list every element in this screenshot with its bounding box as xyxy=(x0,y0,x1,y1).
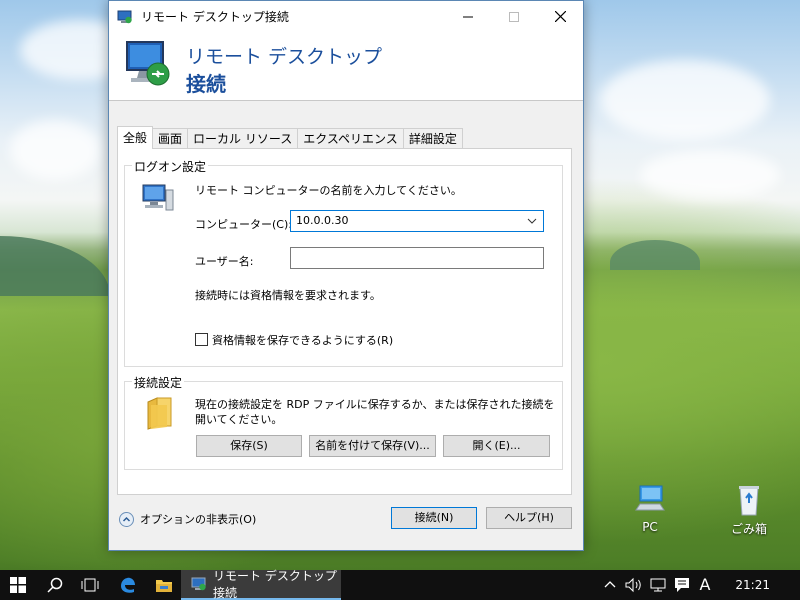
windows-icon xyxy=(10,577,26,593)
tab-experience[interactable]: エクスペリエンス xyxy=(297,128,404,149)
computer-icon xyxy=(630,484,670,516)
volume-icon[interactable] xyxy=(624,577,644,593)
minimize-button[interactable] xyxy=(445,1,491,32)
username-label: ユーザー名: xyxy=(195,255,254,268)
logon-settings-group: ログオン設定 リモート コンピューターの名前を入力してください。 コンピューター… xyxy=(124,158,563,367)
banner-title-line1: リモート デスクトップ xyxy=(186,46,383,68)
desktop-icon-recycle-bin[interactable]: ごみ箱 xyxy=(719,484,779,537)
close-button[interactable] xyxy=(537,1,583,32)
connect-button[interactable]: 接続(N) xyxy=(391,507,477,529)
logon-prompt: リモート コンピューターの名前を入力してください。 xyxy=(195,184,462,197)
banner-title-line2: 接続 xyxy=(186,72,226,96)
network-icon[interactable] xyxy=(648,577,668,593)
credentials-info: 接続時には資格情報を要求されます。 xyxy=(195,289,381,302)
rdp-app-icon xyxy=(117,9,133,25)
task-view-icon xyxy=(81,578,99,592)
banner: リモート デスクトップ 接続 xyxy=(109,32,583,101)
folder-icon xyxy=(156,580,172,592)
chevron-up-icon[interactable] xyxy=(603,577,617,593)
username-input[interactable] xyxy=(290,247,544,269)
maximize-button[interactable] xyxy=(491,1,537,32)
computer-combobox[interactable]: 10.0.0.30 xyxy=(290,210,544,232)
task-view-button[interactable] xyxy=(73,570,107,600)
computer-user-icon xyxy=(141,184,175,214)
search-icon xyxy=(47,577,63,593)
taskbar-rdp-item[interactable]: リモート デスクトップ接続 xyxy=(181,569,341,600)
logon-settings-legend: ログオン設定 xyxy=(132,158,209,175)
action-center-icon[interactable] xyxy=(672,577,692,593)
hide-options-toggle[interactable]: オプションの非表示(O) xyxy=(119,511,256,527)
taskbar: リモート デスクトップ接続 A 21:21 xyxy=(0,569,800,600)
ime-indicator[interactable]: A xyxy=(696,575,714,594)
edge-button[interactable] xyxy=(111,570,145,600)
recycle-bin-icon xyxy=(729,484,769,516)
connection-settings-legend: 接続設定 xyxy=(132,374,185,391)
tab-advanced[interactable]: 詳細設定 xyxy=(402,128,463,149)
search-button[interactable] xyxy=(38,570,72,600)
save-as-button[interactable]: 名前を付けて保存(V)... xyxy=(309,435,436,457)
edge-icon xyxy=(121,577,135,593)
save-credentials-checkbox[interactable] xyxy=(195,333,208,346)
computer-value: 10.0.0.30 xyxy=(296,214,349,227)
start-button[interactable] xyxy=(0,570,36,600)
open-button[interactable]: 開く(E)... xyxy=(443,435,550,457)
connection-desc-line2: 開いてください。 xyxy=(195,413,283,426)
tab-strip: 全般 画面 ローカル リソース エクスペリエンス 詳細設定 xyxy=(117,126,463,149)
clock[interactable]: 21:21 xyxy=(735,570,770,600)
desktop-icon-pc[interactable]: PC xyxy=(620,484,680,534)
tab-display[interactable]: 画面 xyxy=(152,128,189,149)
desktop-icon-label: ごみ箱 xyxy=(730,522,767,536)
folder-icon xyxy=(145,396,175,430)
save-credentials-label[interactable]: 資格情報を保存できるようにする(R) xyxy=(212,332,393,348)
chevron-up-icon xyxy=(119,511,134,527)
computer-label: コンピューター(C): xyxy=(195,218,292,231)
chevron-down-icon[interactable] xyxy=(525,213,539,229)
connection-desc-line1: 現在の接続設定を RDP ファイルに保存するか、または保存された接続を xyxy=(195,398,555,411)
desktop-icon-label: PC xyxy=(642,520,658,534)
hide-options-label: オプションの非表示(O) xyxy=(140,513,257,526)
save-button[interactable]: 保存(S) xyxy=(196,435,302,457)
window-title: リモート デスクトップ接続 xyxy=(141,10,289,24)
tab-general[interactable]: 全般 xyxy=(117,126,154,149)
rdp-app-icon xyxy=(191,576,207,592)
taskbar-rdp-label: リモート デスクトップ接続 xyxy=(213,569,337,600)
rdp-logo-icon xyxy=(125,38,173,90)
connection-settings-group: 接続設定 現在の接続設定を RDP ファイルに保存するか、または保存された接続を… xyxy=(124,374,563,470)
tab-local-resources[interactable]: ローカル リソース xyxy=(187,128,299,149)
file-explorer-button[interactable] xyxy=(147,570,181,600)
tab-panel-general: ログオン設定 リモート コンピューターの名前を入力してください。 コンピューター… xyxy=(117,148,572,495)
rdp-window: リモート デスクトップ接続 リモート デスクトップ 接続 全般 画面 ローカル … xyxy=(108,0,584,551)
help-button[interactable]: ヘルプ(H) xyxy=(486,507,572,529)
title-bar[interactable]: リモート デスクトップ接続 xyxy=(109,1,583,32)
